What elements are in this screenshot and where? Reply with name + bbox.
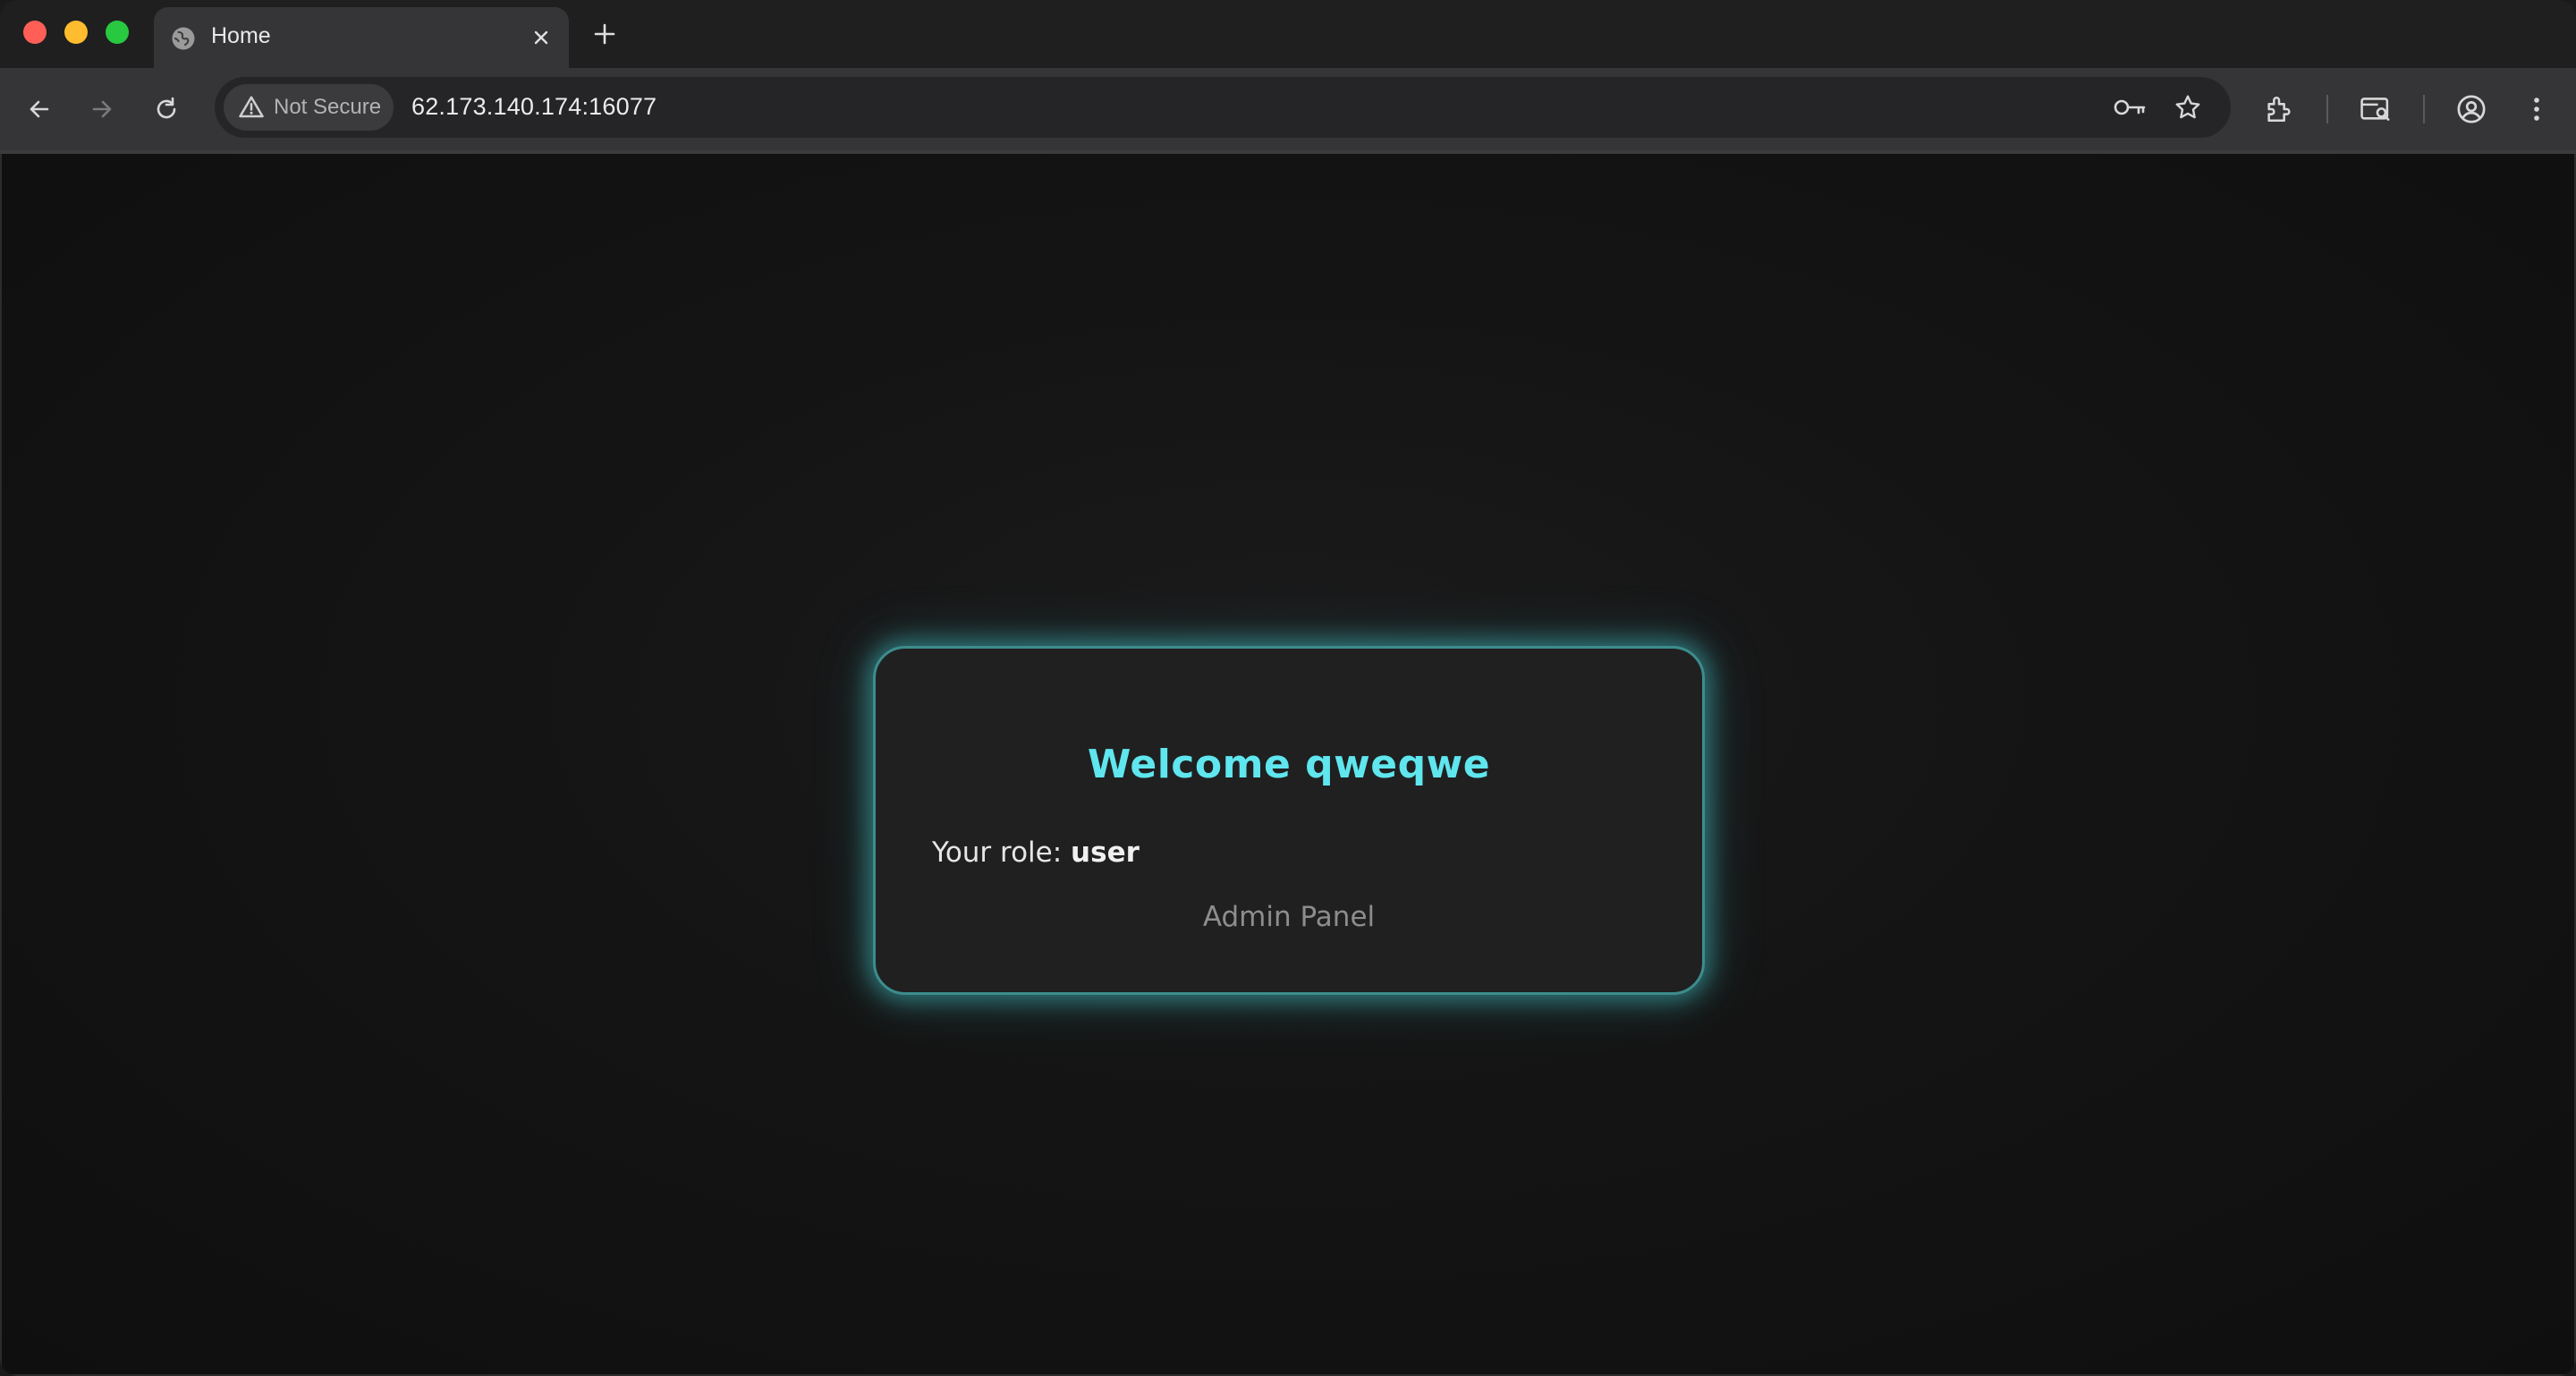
toolbar-divider bbox=[2326, 95, 2328, 123]
role-label: Your role: bbox=[932, 837, 1072, 869]
role-line: Your role: user bbox=[932, 837, 1140, 869]
extensions-icon[interactable] bbox=[2256, 86, 2302, 132]
warning-icon bbox=[239, 96, 264, 118]
menu-icon[interactable] bbox=[2513, 86, 2560, 132]
star-icon[interactable] bbox=[2170, 89, 2206, 125]
forward-arrow-icon[interactable] bbox=[79, 86, 125, 132]
welcome-card: Welcome qweqwe Your role: user Admin Pan… bbox=[873, 646, 1705, 995]
back-arrow-icon[interactable] bbox=[16, 86, 63, 132]
new-tab-icon[interactable] bbox=[587, 16, 623, 52]
tab-search-icon[interactable] bbox=[2352, 86, 2399, 132]
window-close-button[interactable] bbox=[23, 21, 47, 44]
window-minimize-button[interactable] bbox=[64, 21, 88, 44]
address-bar[interactable]: Not Secure 62.173.140.174:16077 bbox=[215, 77, 2231, 138]
profile-icon[interactable] bbox=[2448, 86, 2495, 132]
browser-window: Home Not Secure 62.173.140.174:16077 Wel… bbox=[0, 0, 2576, 1376]
tab-title: Home bbox=[211, 23, 271, 48]
reload-icon[interactable] bbox=[143, 86, 190, 132]
security-label: Not Secure bbox=[274, 95, 382, 119]
url-text[interactable]: 62.173.140.174:16077 bbox=[411, 93, 657, 121]
window-maximize-button[interactable] bbox=[106, 21, 129, 44]
browser-toolbar: Not Secure 62.173.140.174:16077 bbox=[0, 68, 2576, 150]
globe-icon bbox=[172, 27, 195, 50]
key-icon[interactable] bbox=[2113, 89, 2148, 125]
toolbar-divider bbox=[2423, 95, 2425, 123]
page-viewport: Welcome qweqwe Your role: user Admin Pan… bbox=[2, 154, 2574, 1374]
tab-strip: Home bbox=[0, 0, 2576, 68]
admin-panel-link[interactable]: Admin Panel bbox=[876, 901, 1702, 933]
welcome-title: Welcome qweqwe bbox=[1087, 742, 1491, 787]
tab-home[interactable]: Home bbox=[154, 7, 569, 68]
security-chip[interactable]: Not Secure bbox=[224, 84, 394, 131]
tab-close-icon[interactable] bbox=[526, 22, 556, 53]
role-value: user bbox=[1071, 837, 1140, 869]
